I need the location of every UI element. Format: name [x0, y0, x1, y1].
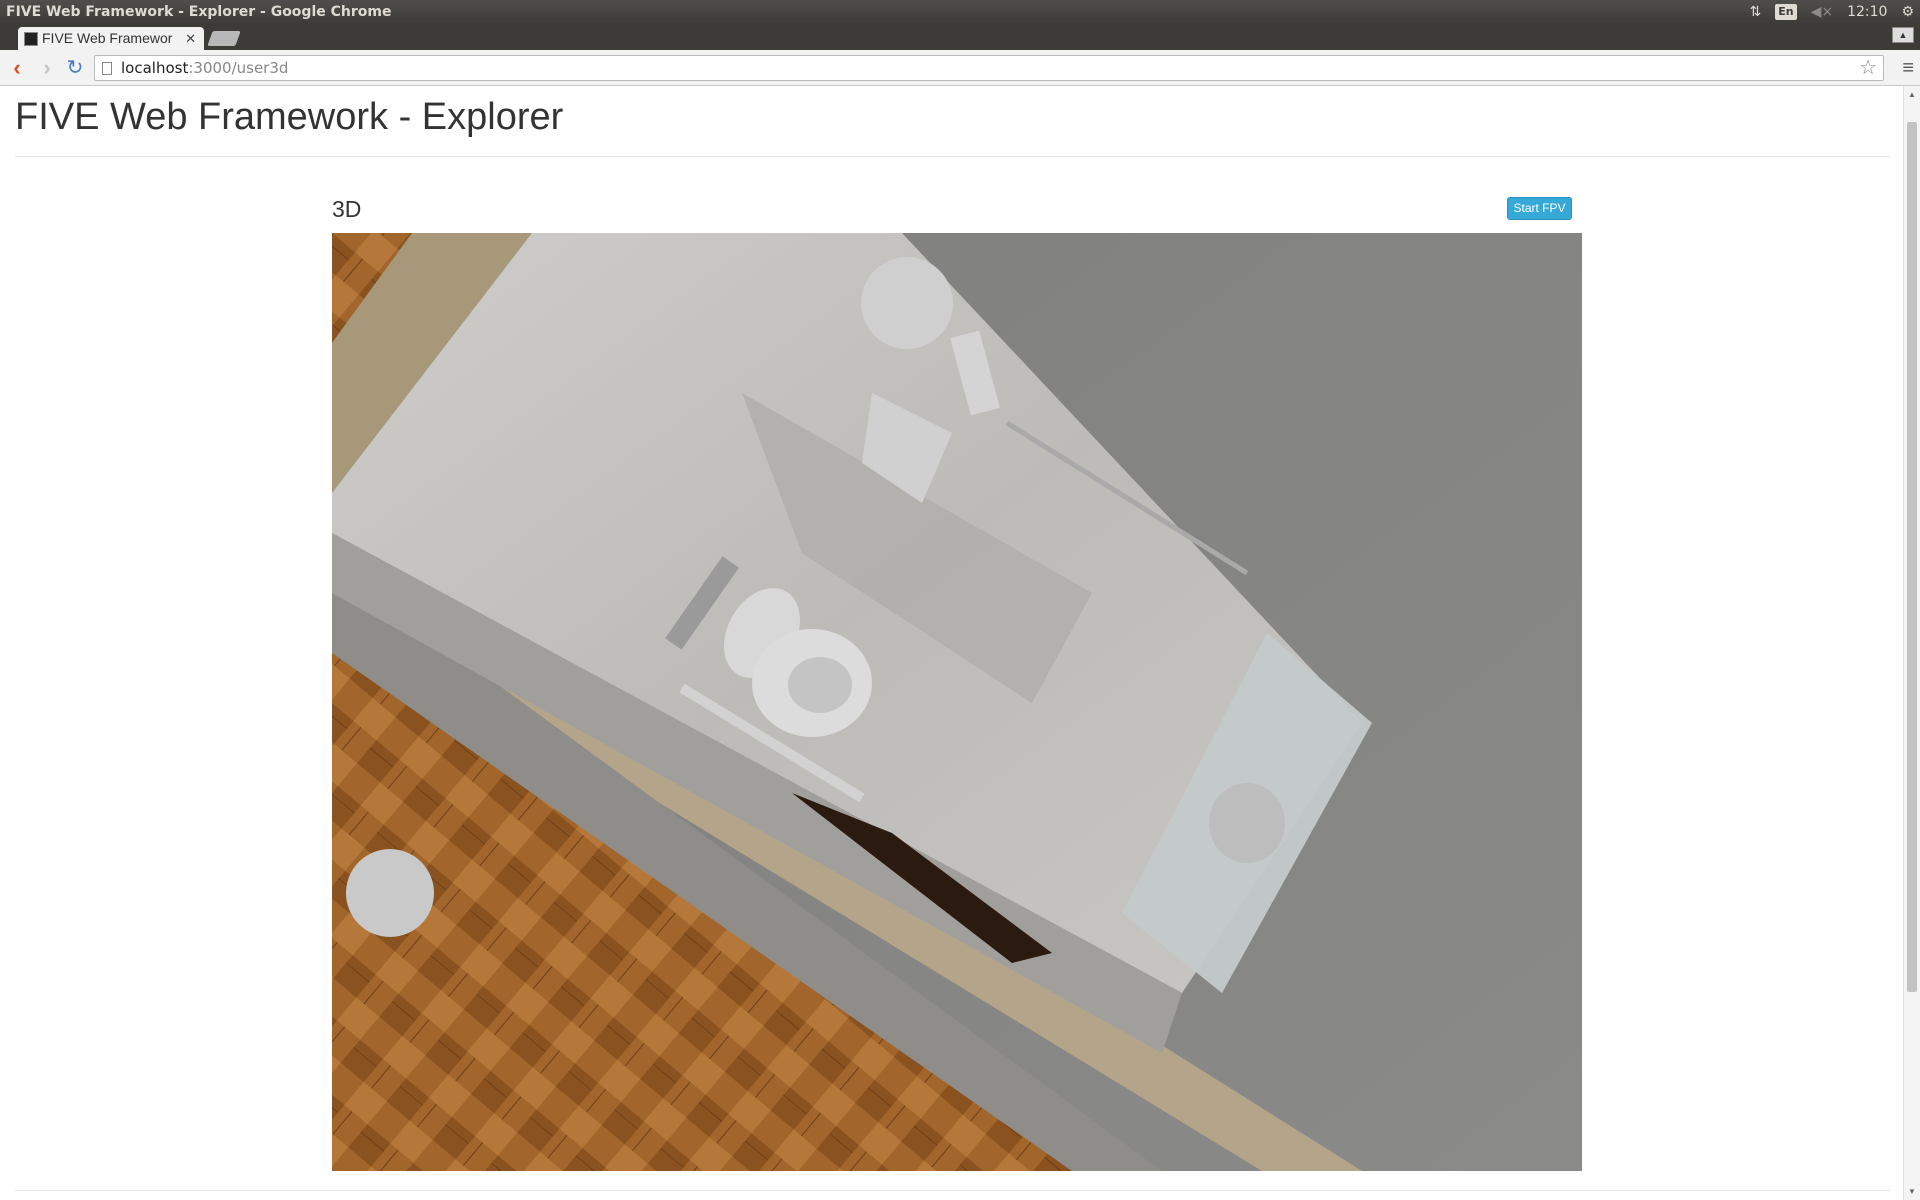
bookmark-star-icon[interactable]: ☆ [1859, 56, 1877, 80]
system-tray: ⇅ En ◀× 12:10 ⚙ [1749, 0, 1914, 24]
url-text: localhost:3000/user3d [121, 59, 289, 77]
tab-strip: FIVE Web Framewor ✕ ▲ [0, 24, 1920, 50]
browser-tab-active[interactable]: FIVE Web Framewor ✕ [18, 27, 204, 50]
page-icon [102, 62, 112, 75]
window-title: FIVE Web Framework - Explorer - Google C… [6, 4, 392, 20]
gear-icon[interactable]: ⚙ [1901, 0, 1914, 24]
back-button[interactable]: ‹ [4, 55, 30, 81]
keyboard-layout-indicator[interactable]: En [1775, 4, 1797, 20]
scroll-up-arrow-icon[interactable]: ▲ [1904, 90, 1920, 99]
forward-button[interactable]: › [34, 55, 60, 81]
tab-title: FIVE Web Framewor [42, 30, 173, 46]
title-divider [15, 156, 1890, 157]
scrollbar-thumb[interactable] [1907, 122, 1917, 992]
bottom-divider [15, 1190, 1890, 1191]
page-title: FIVE Web Framework - Explorer [15, 96, 564, 138]
page-scrollbar[interactable]: ▲ ▼ [1903, 86, 1920, 1200]
close-tab-icon[interactable]: ✕ [185, 27, 196, 50]
scroll-down-arrow-icon[interactable]: ▼ [1904, 1187, 1920, 1196]
page-viewport: FIVE Web Framework - Explorer 3D Start F… [0, 86, 1920, 1200]
section-title-3d: 3D [332, 196, 362, 222]
clock[interactable]: 12:10 [1847, 0, 1887, 24]
network-icon[interactable]: ⇅ [1749, 0, 1761, 24]
os-title-bar: FIVE Web Framework - Explorer - Google C… [0, 0, 1920, 24]
browser-toolbar: ‹ › ↻ localhost:3000/user3d ☆ ≡ [0, 50, 1920, 86]
tab-favicon-icon [24, 32, 38, 46]
profile-icon[interactable]: ▲ [1892, 27, 1914, 43]
3d-viewport-canvas[interactable] [332, 233, 1582, 1171]
3d-scene-render [332, 233, 1582, 1171]
address-bar[interactable]: localhost:3000/user3d ☆ [94, 55, 1884, 81]
volume-muted-icon[interactable]: ◀× [1811, 0, 1834, 24]
chrome-menu-icon[interactable]: ≡ [1902, 56, 1914, 80]
new-tab-button[interactable] [207, 31, 241, 46]
start-fpv-button[interactable]: Start FPV [1507, 197, 1572, 220]
reload-button[interactable]: ↻ [62, 55, 88, 81]
